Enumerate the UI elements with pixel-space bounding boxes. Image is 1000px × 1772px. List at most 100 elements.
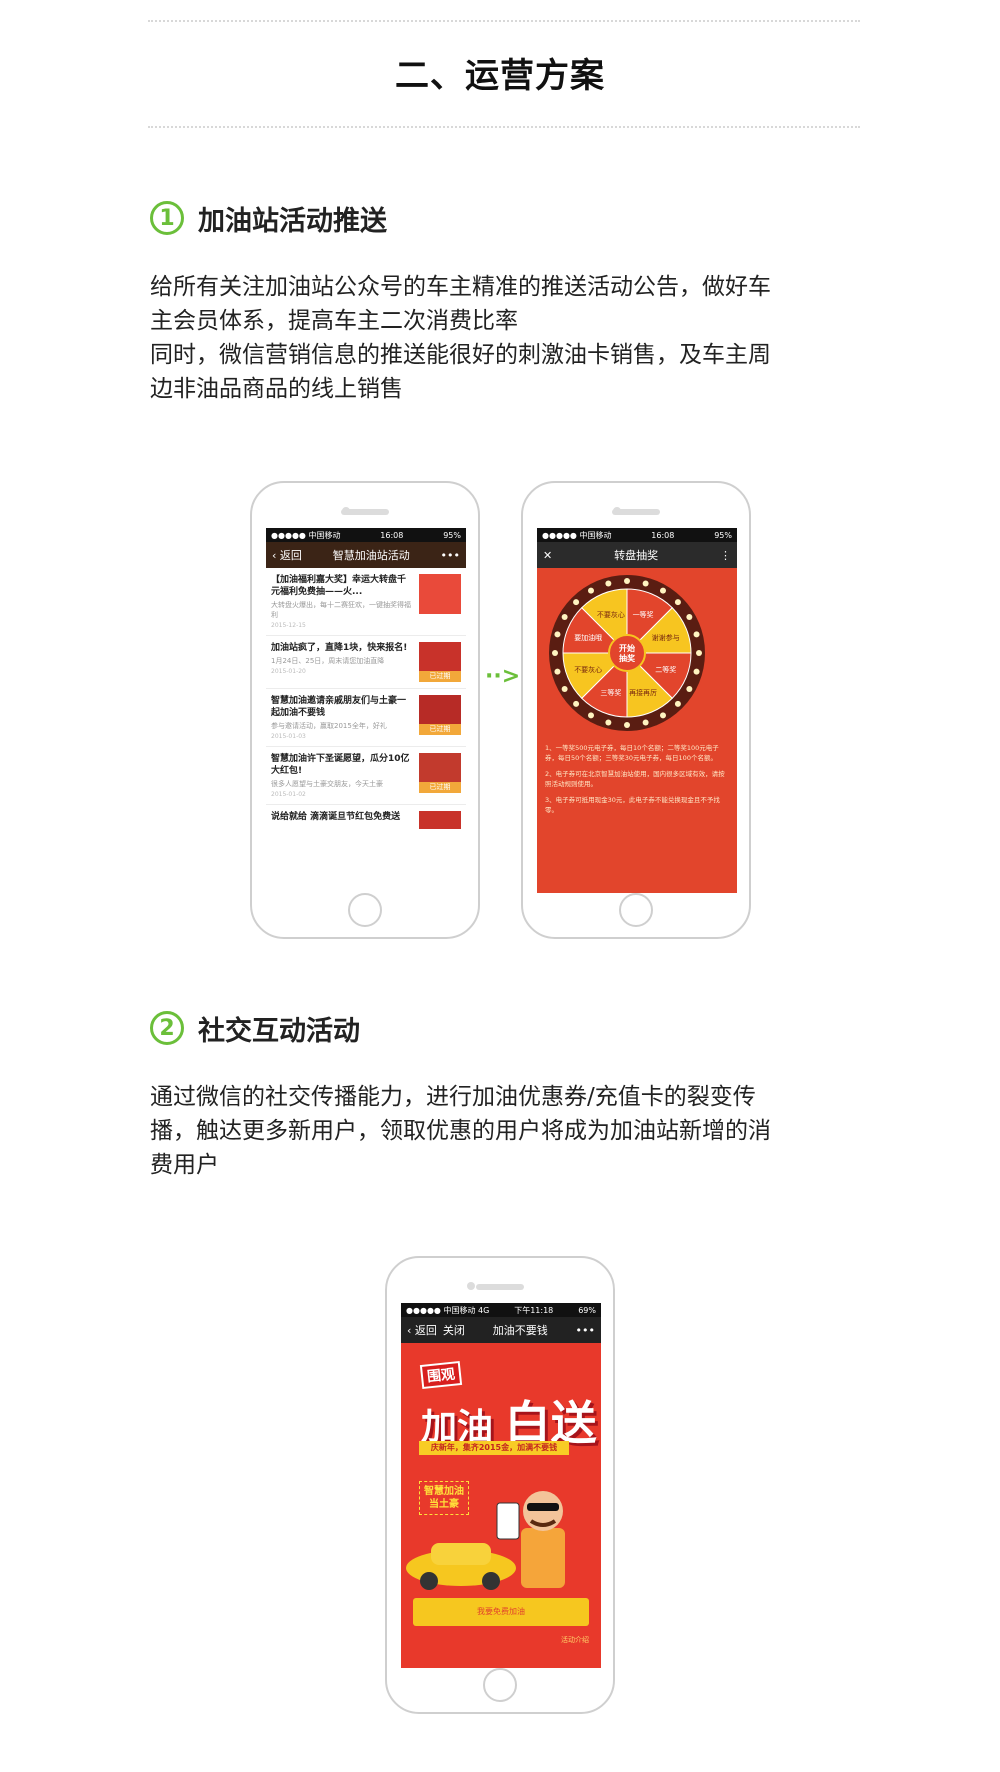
wheel-light [605,719,612,726]
top-divider [148,20,860,22]
battery-label: 95% [443,530,461,540]
item-title: 加油站疯了，直降1块，快来报名! [271,643,408,653]
wheel-light [573,700,580,707]
close-button[interactable]: 关闭 [443,1322,465,1338]
wheel-light [554,631,561,638]
carrier-label: ●●●●● 中国移动 [271,530,341,540]
battery-label: 95% [714,530,732,540]
prize-rules: 1、一等奖500元电子券，每日10个名额；二等奖100元电子券，每日50个名额；… [545,743,729,821]
status-bar: ●●●●● 中国移动 16:08 95% [537,528,737,542]
desc-line: 播，触达更多新用户，领取优惠的用户将成为加油站新增的消 [150,1118,771,1144]
status-bar: ●●●●● 中国移动 4G 下午11:18 69% [401,1303,601,1317]
nav-bar: ✕ 转盘抽奖 ⋮ [537,542,737,568]
nav-bar: ‹ 返回 关闭 加油不要钱 ••• [401,1317,601,1343]
item-desc: 参与邀请活动，赢取2015全年，好礼 [271,722,387,730]
arrow-icon: ··> [485,664,521,689]
clock-label: 下午11:18 [514,1305,554,1315]
list-item[interactable]: 加油站疯了，直降1块，快来报名! 1月24日、25日，周末请您加油直降 2015… [266,636,466,689]
list-item[interactable]: 智慧加油邀请亲戚朋友们与土豪一起加油不要钱 参与邀请活动，赢取2015全年，好礼… [266,689,466,747]
close-icon[interactable]: ✕ [543,549,552,562]
item-thumbnail [419,574,461,614]
phone-screen: ●●●●● 中国移动 16:08 95% ‹ 返回 智慧加油站活动 ••• 【加… [266,528,466,893]
home-button [619,893,653,927]
home-button [483,1668,517,1702]
item-date: 2015-01-02 [271,791,306,798]
desc-line: 给所有关注加油站公众号的车主精准的推送活动公告，做好车 [150,274,771,300]
wheel-light [561,686,568,692]
clock-label: 16:08 [380,530,404,540]
wheel-light [624,578,630,584]
prize-wheel[interactable]: 一等奖 谢谢参与 二等奖 再接再厉 三等奖 不要灰心 要加油哦 不要灰心 开始 抽奖 [547,573,707,733]
phone-qr-shape [496,1502,520,1540]
item-desc: 大转盘火爆出，每十二赛狂欢，一键抽奖得福利 [271,601,411,619]
wheel-light [674,700,681,707]
prize-wheel-graphic: 一等奖谢谢参与二等奖再接再厉三等奖不要灰心要加油哦不要灰心 开始 抽奖 [549,575,705,731]
wheel-light [693,668,700,675]
speaker-slot [476,1284,524,1290]
item-title: 智慧加油邀请亲戚朋友们与土豪一起加油不要钱 [271,696,407,718]
wheel-light [561,614,568,620]
nav-title: 智慧加油站活动 [332,549,410,562]
activity-rules-link[interactable]: 活动介绍 [561,1635,589,1645]
wheel-light [696,650,702,656]
item-thumbnail: 已过期 [419,642,461,682]
wheel-shape [420,1572,438,1590]
wheel-segment-label: 一等奖 [633,610,654,619]
expired-tag: 已过期 [419,724,461,735]
speaker-slot [612,509,660,515]
back-button[interactable]: ‹ 返回 [272,547,302,563]
carrier-label: ●●●●● 中国移动 [542,530,612,540]
section-1-description: 给所有关注加油站公众号的车主精准的推送活动公告，做好车 主会员体系，提高车主二次… [150,270,850,406]
promo-poster: 围观 加油 白送 庆新年，集齐2015金，加满不要钱 智慧加油 当土豪 我要免费 [401,1343,601,1668]
page-title: 二、运营方案 [395,56,605,96]
item-title: 说给就给 滴滴诞旦节红包免费送 [271,812,401,822]
desc-line: 费用户 [150,1152,219,1178]
more-menu-icon[interactable]: ••• [441,549,460,562]
wheel-light [573,599,580,606]
wheel-light [552,650,558,656]
list-item[interactable]: 说给就给 滴滴诞旦节红包免费送 [266,805,466,835]
section-title: 社交互动活动 [198,1015,360,1047]
desc-line: 通过微信的社交传播能力，进行加油优惠券/充值卡的裂变传 [150,1084,756,1110]
wheel-segment-label: 不要灰心 [574,665,602,674]
back-button[interactable]: ‹ 返回 [407,1322,437,1338]
rule-line: 3、电子券可抵用现金30元，此电子券不能兑换现金且不予找零。 [545,796,720,814]
section-2-heading: 2 社交互动活动 [150,1006,360,1050]
start-spin-button[interactable] [608,634,646,672]
wheel-light [588,712,594,719]
rule-line: 1、一等奖500元电子券，每日10个名额；二等奖100元电子券，每日50个名额；… [545,744,719,762]
expired-tag: 已过期 [419,782,461,793]
item-thumbnail: 已过期 [419,753,461,793]
promo-banner: 庆新年，集齐2015金，加满不要钱 [419,1441,569,1455]
free-fuel-button[interactable]: 我要免费加油 [413,1598,589,1626]
item-title: 智慧加油许下圣诞愿望，瓜分10亿大红包! [271,754,410,776]
more-menu-icon[interactable]: ••• [576,1324,595,1337]
section-title: 加油站活动推送 [198,205,387,237]
item-thumbnail: 已过期 [419,695,461,735]
desc-line: 边非油品商品的线上销售 [150,376,403,402]
wheel-segment-label: 谢谢参与 [652,633,680,642]
section-number-badge: 2 [150,1011,184,1045]
phone-mockup-promo: ●●●●● 中国移动 4G 下午11:18 69% ‹ 返回 关闭 加油不要钱 … [385,1256,615,1714]
item-date: 2015-12-15 [271,622,306,629]
item-desc: 很多人愿望与土豪交朋友，今天土豪 [271,780,383,788]
wheel-light [686,614,693,620]
item-title: 【加油福利嘉大奖】幸运大转盘千元福利免费抽——火... [271,575,407,597]
wheel-segment-label: 要加油哦 [574,633,602,642]
list-item[interactable]: 智慧加油许下圣诞愿望，瓜分10亿大红包! 很多人愿望与土豪交朋友，今天土豪 20… [266,747,466,805]
phone-screen: ●●●●● 中国移动 4G 下午11:18 69% ‹ 返回 关闭 加油不要钱 … [401,1303,601,1668]
wheel-segment-label: 三等奖 [600,688,621,697]
section-1-heading: 1 加油站活动推送 [150,196,387,240]
wheel-light [554,668,561,675]
wheel-light [660,587,666,594]
mascot-body-shape [521,1528,565,1588]
wheel-segment-label: 不要灰心 [597,610,625,619]
more-menu-icon[interactable]: ⋮ [720,549,731,562]
wheel-light [674,599,681,606]
list-item[interactable]: 【加油福利嘉大奖】幸运大转盘千元福利免费抽——火... 大转盘火爆出，每十二赛狂… [266,568,466,636]
home-button [348,893,382,927]
wheel-light [605,580,612,587]
item-date: 2015-01-03 [271,733,306,740]
car-top-shape [431,1543,491,1565]
phone-mockup-activity-list: ●●●●● 中国移动 16:08 95% ‹ 返回 智慧加油站活动 ••• 【加… [250,481,480,939]
